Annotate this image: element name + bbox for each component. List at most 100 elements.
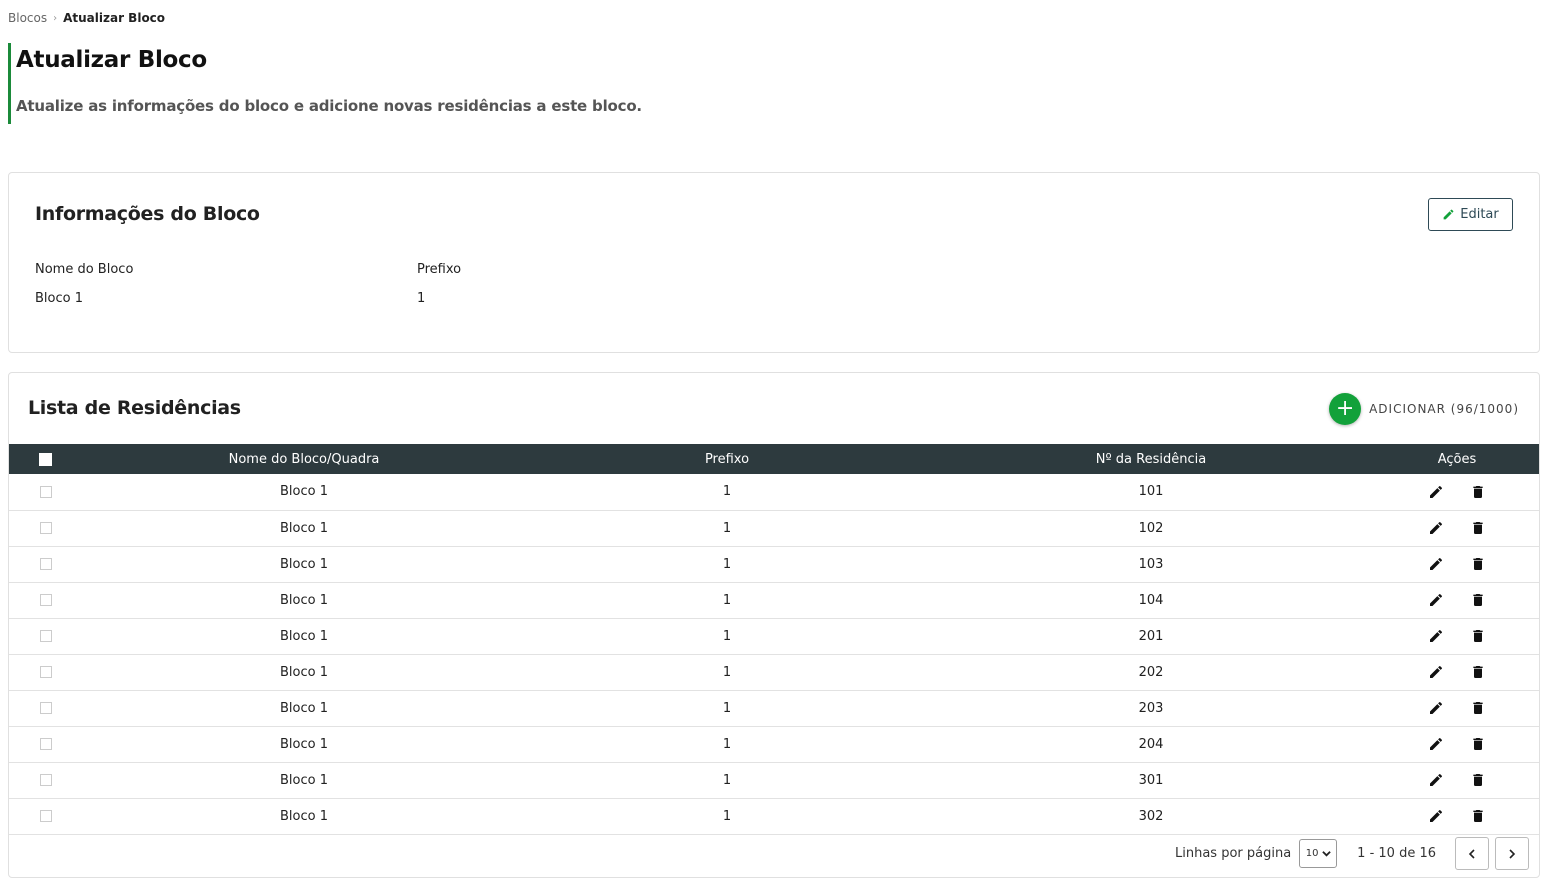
cell-actions [1375, 510, 1539, 546]
cell-prefix: 1 [722, 664, 732, 680]
cell-block-name: Bloco 1 [280, 484, 328, 500]
row-checkbox[interactable] [40, 594, 52, 606]
table-row: Bloco 1 1 203 [9, 690, 1539, 726]
row-select-cell [9, 726, 81, 762]
pencil-icon[interactable] [1428, 664, 1444, 680]
table-row: Bloco 1 1 302 [9, 798, 1539, 834]
pencil-icon[interactable] [1428, 520, 1444, 536]
cell-actions [1375, 618, 1539, 654]
field-value-block-name: Bloco 1 [35, 291, 83, 306]
table-body: Bloco 1 1 101 Bloco 1 1 102 Bloco 1 1 103 Bloco 1… [9, 474, 1539, 834]
cell-residence-number: 101 [1138, 484, 1164, 500]
select-all-checkbox[interactable] [38, 452, 52, 466]
trash-icon[interactable] [1470, 700, 1486, 716]
plus-icon[interactable]: + [1329, 393, 1362, 425]
table-row: Bloco 1 1 202 [9, 654, 1539, 690]
row-checkbox[interactable] [40, 702, 52, 714]
cell-prefix: 1 [722, 736, 732, 752]
field-label-prefix: Prefixo [417, 262, 462, 277]
trash-icon[interactable] [1470, 592, 1486, 608]
pencil-icon[interactable] [1428, 628, 1444, 644]
row-select-cell [9, 798, 81, 834]
breadcrumb-separator: › [53, 12, 58, 24]
row-checkbox[interactable] [40, 522, 52, 534]
cell-residence-number: 203 [1138, 700, 1164, 716]
table-row: Bloco 1 1 103 [9, 546, 1539, 582]
pencil-icon[interactable] [1428, 556, 1444, 572]
trash-icon[interactable] [1470, 772, 1486, 788]
trash-icon[interactable] [1470, 664, 1486, 680]
row-checkbox[interactable] [40, 774, 52, 786]
chevron-down-icon [1321, 851, 1331, 857]
add-residence-button[interactable]: + ADICIONAR (96/1000) [1329, 393, 1519, 425]
field-label-block-name: Nome do Bloco [35, 262, 134, 277]
row-checkbox[interactable] [40, 558, 52, 570]
row-select-cell [9, 654, 81, 690]
row-checkbox[interactable] [40, 630, 52, 642]
edit-button[interactable]: Editar [1428, 198, 1513, 231]
table-header-row: Nome do Bloco/Quadra Prefixo Nº da Resid… [9, 444, 1539, 474]
pencil-icon[interactable] [1428, 484, 1444, 500]
pagination: Linhas por página 10 1 - 10 de 16 [1175, 837, 1535, 870]
cell-actions [1375, 582, 1539, 618]
table-row: Bloco 1 1 204 [9, 726, 1539, 762]
block-info-card: Informações do Bloco Editar Nome do Bloc… [8, 172, 1540, 353]
cell-prefix: 1 [722, 700, 732, 716]
breadcrumb: Blocos › Atualizar Bloco [8, 11, 165, 25]
cell-actions [1375, 654, 1539, 690]
cell-block-name: Bloco 1 [280, 772, 328, 788]
rows-per-page-select[interactable]: 10 [1299, 839, 1338, 868]
rows-per-page-value: 10 [1305, 848, 1319, 859]
next-page-button[interactable] [1495, 837, 1529, 870]
cell-block-name: Bloco 1 [280, 736, 328, 752]
trash-icon[interactable] [1470, 484, 1486, 500]
trash-icon[interactable] [1470, 736, 1486, 752]
cell-prefix: 1 [722, 772, 732, 788]
trash-icon[interactable] [1470, 808, 1486, 824]
cell-actions [1375, 762, 1539, 798]
cell-prefix: 1 [722, 484, 732, 500]
page-header: Atualizar Bloco Atualize as informações … [8, 43, 808, 124]
cell-residence-number: 201 [1138, 628, 1164, 644]
cell-actions [1375, 546, 1539, 582]
column-header-name: Nome do Bloco/Quadra [228, 451, 380, 467]
cell-block-name: Bloco 1 [280, 628, 328, 644]
table-row: Bloco 1 1 201 [9, 618, 1539, 654]
table-row: Bloco 1 1 301 [9, 762, 1539, 798]
trash-icon[interactable] [1470, 556, 1486, 572]
pencil-icon[interactable] [1428, 736, 1444, 752]
column-header-actions: Ações [1437, 451, 1477, 467]
trash-icon[interactable] [1470, 628, 1486, 644]
cell-actions [1375, 690, 1539, 726]
page-title: Atualizar Bloco [16, 47, 207, 73]
rows-per-page-label: Linhas por página [1174, 846, 1292, 861]
pencil-icon[interactable] [1428, 592, 1444, 608]
cell-block-name: Bloco 1 [280, 520, 328, 536]
trash-icon[interactable] [1470, 520, 1486, 536]
pencil-icon[interactable] [1428, 700, 1444, 716]
cell-block-name: Bloco 1 [280, 592, 328, 608]
row-select-cell [9, 762, 81, 798]
table-row: Bloco 1 1 102 [9, 510, 1539, 546]
pencil-icon[interactable] [1428, 772, 1444, 788]
cell-residence-number: 103 [1138, 556, 1164, 572]
row-checkbox[interactable] [40, 666, 52, 678]
row-select-cell [9, 546, 81, 582]
row-select-cell [9, 690, 81, 726]
cell-actions [1375, 726, 1539, 762]
cell-residence-number: 302 [1138, 808, 1164, 824]
previous-page-button[interactable] [1455, 837, 1489, 870]
residence-table: Nome do Bloco/Quadra Prefixo Nº da Resid… [9, 444, 1539, 835]
block-info-title: Informações do Bloco [35, 203, 260, 225]
cell-residence-number: 202 [1138, 664, 1164, 680]
add-residence-label[interactable]: ADICIONAR (96/1000) [1369, 402, 1519, 416]
header-select-all[interactable] [9, 444, 81, 474]
cell-actions [1375, 474, 1539, 510]
cell-block-name: Bloco 1 [280, 556, 328, 572]
row-checkbox[interactable] [40, 485, 52, 498]
row-checkbox[interactable] [40, 738, 52, 750]
cell-actions [1375, 798, 1539, 834]
breadcrumb-link-blocos[interactable]: Blocos [8, 11, 47, 25]
pencil-icon[interactable] [1428, 808, 1444, 824]
row-checkbox[interactable] [40, 810, 52, 822]
